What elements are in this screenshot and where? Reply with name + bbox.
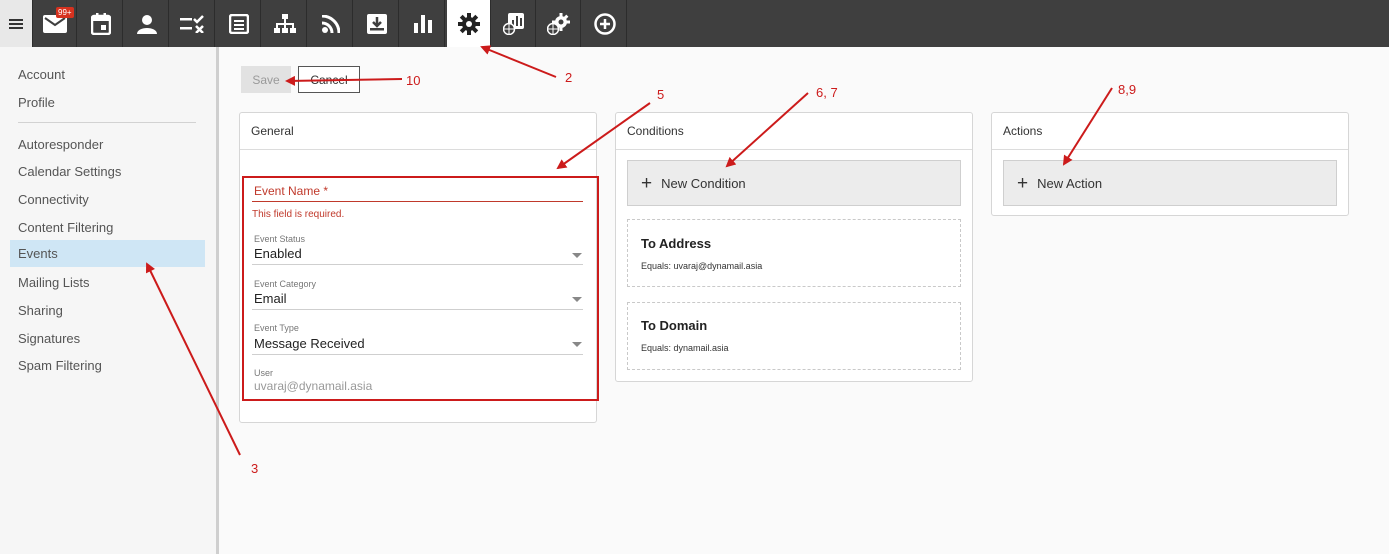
- annotation-3: 3: [251, 461, 259, 476]
- annotation-8-9: 8,9: [1118, 82, 1137, 97]
- arrow-2: [480, 45, 557, 78]
- annotation-2: 2: [565, 70, 573, 85]
- arrow-3: [146, 262, 241, 456]
- arrow-10: [285, 75, 403, 86]
- arrow-6-7: [725, 92, 809, 168]
- annotation-5: 5: [657, 87, 665, 102]
- annotation-arrows: [146, 45, 1113, 456]
- arrow-8-9: [1062, 87, 1113, 166]
- arrow-5: [556, 102, 651, 170]
- annotation-10: 10: [406, 73, 421, 88]
- annotation-6-7: 6, 7: [816, 85, 838, 100]
